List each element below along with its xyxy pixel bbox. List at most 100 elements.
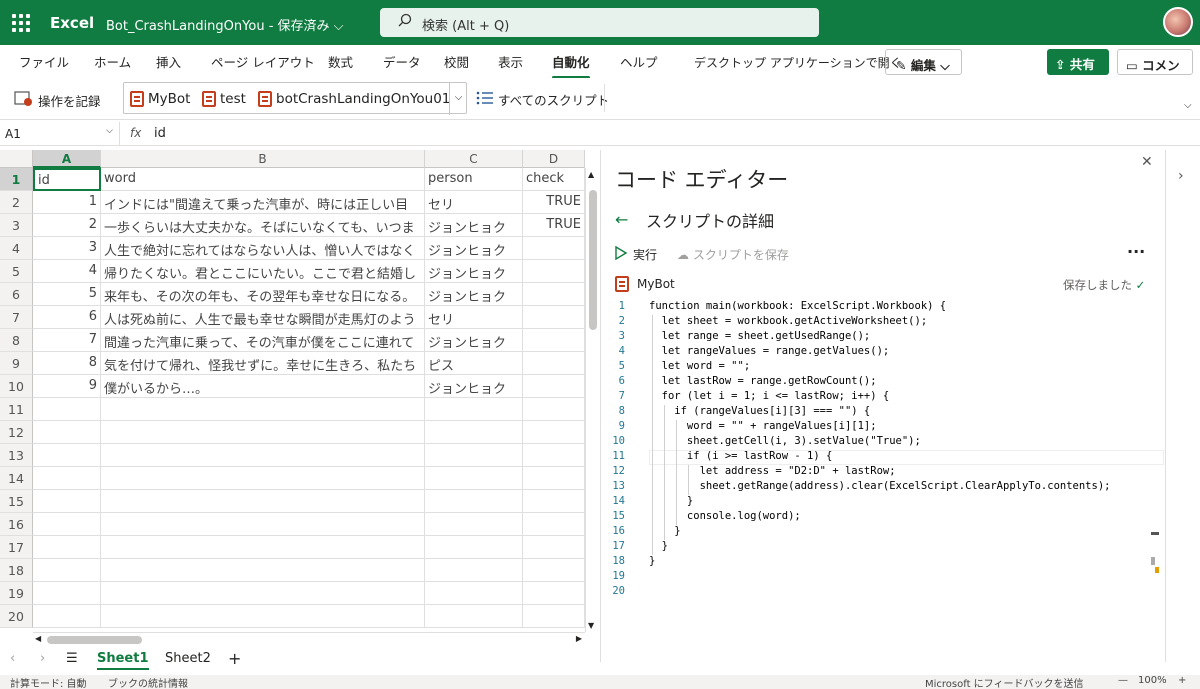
cell-check[interactable] bbox=[523, 375, 585, 398]
cell-person[interactable]: ピス bbox=[425, 352, 523, 375]
cell-word[interactable]: インドには"間違えて乗った汽車が、時には正しい目 bbox=[101, 191, 425, 214]
cell-check[interactable]: check bbox=[523, 168, 585, 191]
cell-id[interactable] bbox=[33, 559, 101, 582]
app-name[interactable]: Excel bbox=[50, 14, 94, 32]
zoom-level[interactable]: 100% bbox=[1138, 675, 1167, 686]
cell-person[interactable]: ジョンヒョク bbox=[425, 237, 523, 260]
script-botcrashlandingonyou01[interactable]: botCrashLandingOnYou01 bbox=[258, 91, 450, 107]
cell-id[interactable] bbox=[33, 421, 101, 444]
row-header[interactable]: 12 bbox=[0, 421, 33, 444]
code-line[interactable]: if (rangeValues[i][3] === "") { bbox=[649, 405, 870, 417]
next-sheet-icon[interactable]: › bbox=[40, 651, 45, 666]
cell-word[interactable] bbox=[101, 605, 425, 628]
cell-person[interactable] bbox=[425, 398, 523, 421]
code-line[interactable]: function main(workbook: ExcelScript.Work… bbox=[649, 300, 946, 312]
row-header[interactable]: 17 bbox=[0, 536, 33, 559]
cell-word[interactable] bbox=[101, 490, 425, 513]
chevron-right-icon[interactable]: › bbox=[1178, 168, 1184, 184]
cell-person[interactable] bbox=[425, 536, 523, 559]
cell-person[interactable]: セリ bbox=[425, 306, 523, 329]
cell-person[interactable]: ジョンヒョク bbox=[425, 214, 523, 237]
tab-review[interactable]: 校閲 bbox=[444, 52, 469, 71]
cell-word[interactable]: 帰りたくない。君とここにいたい。ここで君と結婚し bbox=[101, 260, 425, 283]
cell-id[interactable] bbox=[33, 513, 101, 536]
row-header[interactable]: 20 bbox=[0, 605, 33, 628]
tab-file[interactable]: ファイル bbox=[19, 52, 69, 71]
app-launcher-icon[interactable] bbox=[12, 14, 30, 32]
open-desktop-app-button[interactable]: デスクトップ アプリケーションで開く bbox=[694, 54, 902, 71]
cell-person[interactable]: ジョンヒョク bbox=[425, 283, 523, 306]
scroll-right-icon[interactable]: ▶ bbox=[576, 634, 582, 643]
cell-check[interactable] bbox=[523, 582, 585, 605]
zoom-in-icon[interactable]: + bbox=[1178, 675, 1186, 686]
add-sheet-button[interactable]: + bbox=[228, 649, 241, 668]
cell-person[interactable] bbox=[425, 490, 523, 513]
workbook-stats[interactable]: ブックの統計情報 bbox=[108, 675, 188, 689]
cell-word[interactable] bbox=[101, 513, 425, 536]
cell-word[interactable]: 間違った汽車に乗って、その汽車が僕をここに連れて bbox=[101, 329, 425, 352]
script-test[interactable]: test bbox=[202, 91, 246, 107]
close-icon[interactable]: ✕ bbox=[1141, 154, 1153, 170]
vertical-scroll-thumb[interactable] bbox=[589, 190, 597, 330]
formula-input[interactable]: id bbox=[154, 126, 166, 141]
comment-button[interactable]: ▭ コメント bbox=[1117, 49, 1193, 92]
cell-word[interactable] bbox=[101, 536, 425, 559]
cell-word[interactable] bbox=[101, 559, 425, 582]
cell-check[interactable] bbox=[523, 283, 585, 306]
horizontal-scrollbar[interactable]: ◀ ▶ bbox=[33, 632, 585, 646]
cell-check[interactable] bbox=[523, 329, 585, 352]
code-line[interactable]: sheet.getCell(i, 3).setValue("True"); bbox=[649, 435, 921, 447]
cell-word[interactable] bbox=[101, 444, 425, 467]
search-box[interactable]: 検索 (Alt + Q) bbox=[380, 8, 819, 37]
code-line[interactable]: let rangeValues = range.getValues(); bbox=[649, 345, 890, 357]
cell-id[interactable] bbox=[33, 605, 101, 628]
code-line[interactable]: let range = sheet.getUsedRange(); bbox=[649, 330, 871, 342]
edit-mode-button[interactable]: ✎ 編集 ⌵ bbox=[885, 49, 962, 75]
cell-person[interactable] bbox=[425, 444, 523, 467]
cell-check[interactable]: TRUE bbox=[523, 214, 585, 237]
run-button[interactable]: 実行 bbox=[615, 245, 657, 263]
select-all-corner[interactable] bbox=[0, 150, 33, 168]
code-line[interactable]: let lastRow = range.getRowCount(); bbox=[649, 375, 877, 387]
cell-check[interactable] bbox=[523, 398, 585, 421]
row-header[interactable]: 5 bbox=[0, 260, 33, 283]
cell-id[interactable] bbox=[33, 467, 101, 490]
prev-sheet-icon[interactable]: ‹ bbox=[10, 651, 15, 666]
cell-id[interactable]: 2 bbox=[33, 214, 101, 237]
cell-id[interactable] bbox=[33, 490, 101, 513]
code-line[interactable]: console.log(word); bbox=[649, 510, 801, 522]
cell-check[interactable] bbox=[523, 559, 585, 582]
cell-word[interactable] bbox=[101, 582, 425, 605]
scroll-up-icon[interactable]: ▲ bbox=[588, 170, 594, 179]
cell-check[interactable] bbox=[523, 490, 585, 513]
cell-check[interactable] bbox=[523, 306, 585, 329]
cell-word[interactable] bbox=[101, 421, 425, 444]
cell-word[interactable]: 僕がいるから…。 bbox=[101, 375, 425, 398]
name-box[interactable]: A1 ⌵ bbox=[0, 122, 120, 146]
cell-check[interactable] bbox=[523, 605, 585, 628]
column-header-d[interactable]: D bbox=[523, 150, 585, 168]
cell-word[interactable]: word bbox=[101, 168, 425, 191]
cell-word[interactable]: 人は死ぬ前に、人生で最も幸せな瞬間が走馬灯のよう bbox=[101, 306, 425, 329]
row-header[interactable]: 1 bbox=[0, 168, 33, 191]
tab-page-layout[interactable]: ページ レイアウト bbox=[211, 52, 315, 71]
row-header[interactable]: 9 bbox=[0, 352, 33, 375]
cell-id[interactable]: id bbox=[33, 168, 101, 191]
code-line[interactable]: } bbox=[649, 555, 655, 567]
cell-word[interactable]: 人生で絶対に忘れてはならない人は、憎い人ではなく bbox=[101, 237, 425, 260]
tab-help[interactable]: ヘルプ bbox=[620, 52, 658, 71]
all-sheets-icon[interactable]: ☰ bbox=[66, 651, 78, 666]
scroll-left-icon[interactable]: ◀ bbox=[35, 634, 41, 643]
cell-check[interactable] bbox=[523, 260, 585, 283]
share-button[interactable]: ⇪ 共有 bbox=[1047, 49, 1109, 75]
record-actions-button[interactable]: 操作を記録 bbox=[14, 90, 101, 111]
cell-id[interactable]: 7 bbox=[33, 329, 101, 352]
row-header[interactable]: 11 bbox=[0, 398, 33, 421]
tab-home[interactable]: ホーム bbox=[94, 52, 131, 71]
cell-word[interactable]: 一歩くらいは大丈夫かな。そばにいなくても、いつま bbox=[101, 214, 425, 237]
row-header[interactable]: 4 bbox=[0, 237, 33, 260]
feedback-link[interactable]: Microsoft にフィードバックを送信 bbox=[925, 675, 1084, 689]
row-header[interactable]: 19 bbox=[0, 582, 33, 605]
cell-person[interactable] bbox=[425, 513, 523, 536]
vertical-scrollbar[interactable]: ▲ ▼ bbox=[585, 168, 599, 632]
